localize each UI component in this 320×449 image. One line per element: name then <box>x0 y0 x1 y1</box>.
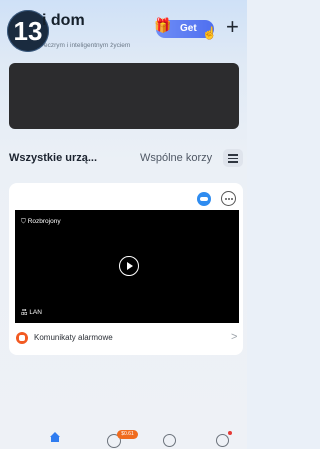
promo-badge: $0.61 <box>117 430 138 439</box>
camera-preview[interactable]: ⛉ Rozbrojony 品 LAN <box>15 210 239 323</box>
notification-dot <box>228 431 232 435</box>
home-title[interactable]: i dom <box>42 12 85 30</box>
mall-tab-icon[interactable] <box>163 434 176 447</box>
gift-icon: 🎁 <box>154 17 172 33</box>
alarm-icon <box>16 332 28 344</box>
alarm-messages-row[interactable]: Komunikaty alarmowe > <box>9 326 243 351</box>
arm-status: ⛉ Rozbrojony <box>21 218 61 226</box>
bottom-nav: $0.61 <box>0 424 247 449</box>
chevron-right-icon: > <box>231 331 238 343</box>
play-icon[interactable] <box>119 256 139 276</box>
alarm-messages-label: Komunikaty alarmowe <box>34 333 113 342</box>
get-label: Get <box>180 23 197 34</box>
cloud-icon[interactable] <box>197 192 211 206</box>
device-tabs: Wszystkie urzą... Wspólne korzy <box>9 149 243 170</box>
arm-status-text: Rozbrojony <box>27 218 61 225</box>
shield-icon: ⛉ <box>21 218 28 225</box>
tab-shared[interactable]: Wspólne korzy <box>140 152 222 164</box>
promo-banner[interactable] <box>9 63 239 129</box>
connection-text: LAN <box>29 309 42 316</box>
connection-status: 品 LAN <box>21 306 42 316</box>
tab-all-devices[interactable]: Wszystkie urzą... <box>9 152 97 164</box>
pointer-hand-icon: ☝ <box>202 26 217 40</box>
device-card[interactable]: ⛉ Rozbrojony 品 LAN Komunikaty alarmowe > <box>9 183 243 355</box>
app-screen: 13 i dom eczrym i inteligentnym życiem 🎁… <box>0 0 247 449</box>
more-options-icon[interactable] <box>221 191 236 206</box>
add-icon[interactable]: + <box>226 16 239 38</box>
profile-tab-icon[interactable] <box>216 434 229 447</box>
home-tab-icon[interactable] <box>50 432 60 442</box>
home-subtitle: eczrym i inteligentnym życiem <box>44 42 131 49</box>
get-button[interactable]: 🎁 Get ☝ <box>154 17 217 40</box>
menu-icon[interactable] <box>223 149 243 167</box>
